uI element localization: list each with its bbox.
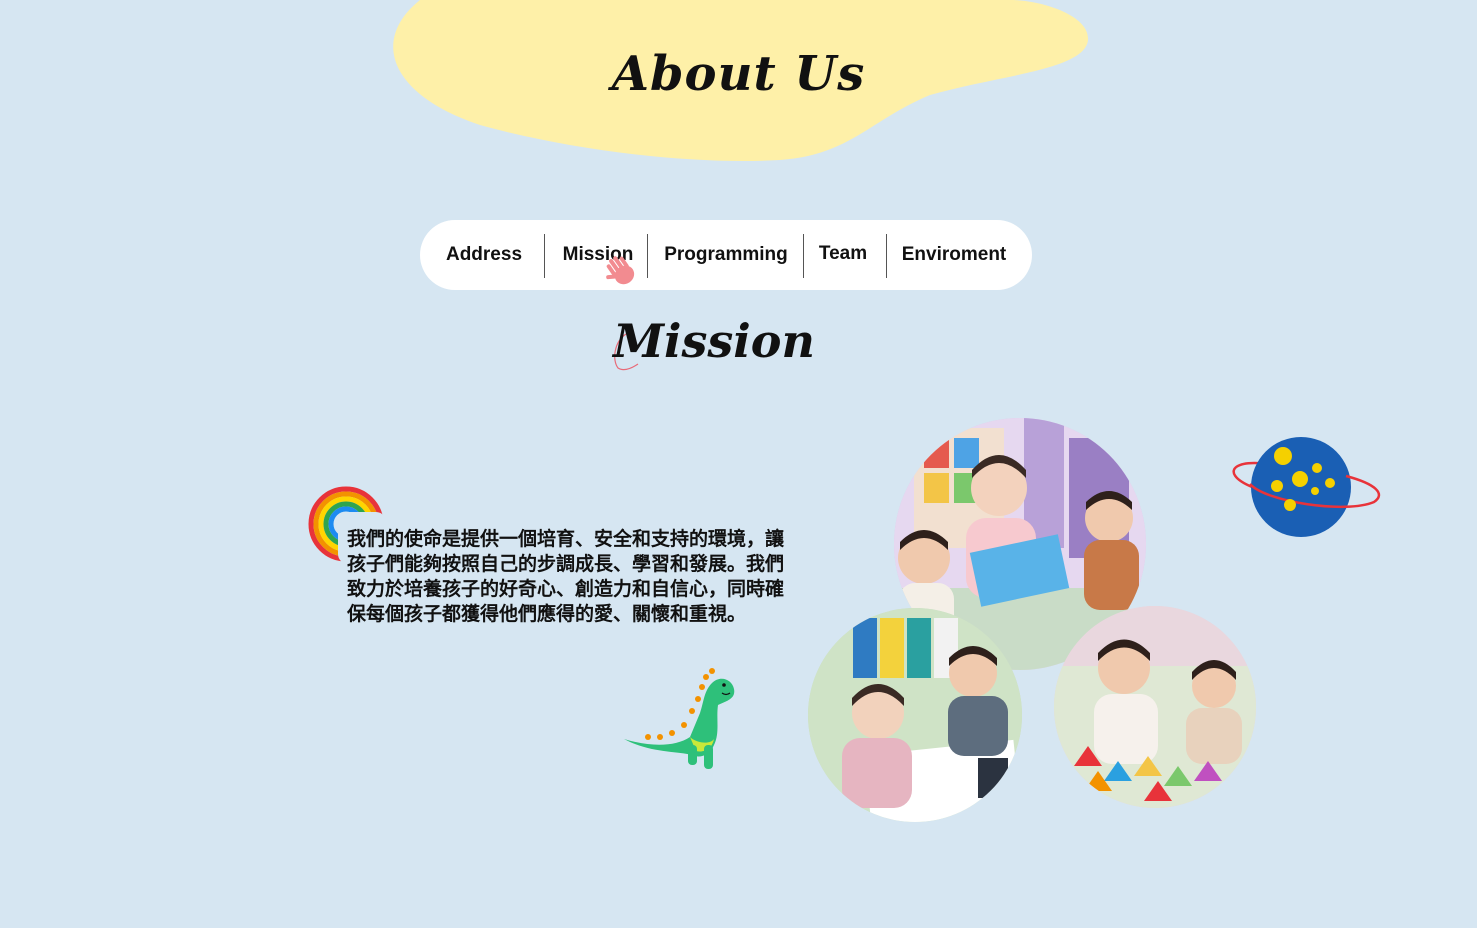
tab-divider <box>647 234 648 278</box>
tab-divider <box>803 234 804 278</box>
tab-divider <box>886 234 887 278</box>
tab-address[interactable]: Address <box>434 242 534 268</box>
mission-body: 我們的使命是提供一個培育、安全和支持的環境，讓孩子們能夠按照自己的步調成長、學習… <box>347 528 785 625</box>
dinosaur-icon <box>624 668 735 769</box>
hand-print-icon <box>606 256 635 285</box>
section-tab-bar: Address Mission Programming Team Envirom… <box>420 220 1032 290</box>
tab-enviroment[interactable]: Enviroment <box>892 242 1016 268</box>
tab-programming[interactable]: Programming <box>656 242 796 268</box>
tab-divider <box>544 234 545 278</box>
page-title: About Us <box>611 46 866 102</box>
photo-children-building <box>1054 606 1256 808</box>
photo-children-drawing <box>808 608 1022 822</box>
planet-icon <box>1232 437 1381 537</box>
tab-team[interactable]: Team <box>808 241 878 267</box>
mission-title: Mission <box>613 314 815 368</box>
